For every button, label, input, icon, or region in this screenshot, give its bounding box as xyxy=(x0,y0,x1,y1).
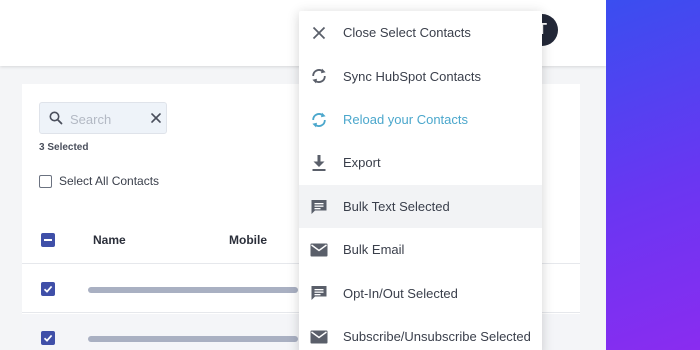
menu-item-label: Reload your Contacts xyxy=(343,111,469,127)
menu-item-opt-in-out[interactable]: Opt-In/Out Selected xyxy=(299,271,542,314)
search-box xyxy=(39,102,167,134)
menu-item-label: Export xyxy=(343,155,381,171)
sync-icon xyxy=(309,66,329,86)
menu-item-label: Subscribe/Unsubscribe Selected xyxy=(343,328,531,344)
check-icon xyxy=(43,334,53,342)
mail-icon xyxy=(309,327,329,347)
menu-item-close-select[interactable]: Close Select Contacts xyxy=(299,11,542,54)
menu-item-bulk-text[interactable]: Bulk Text Selected xyxy=(299,184,542,228)
mail-icon xyxy=(309,240,329,260)
search-icon xyxy=(49,111,63,125)
select-all-contacts[interactable]: Select All Contacts xyxy=(39,174,159,188)
menu-item-label: Opt-In/Out Selected xyxy=(343,285,458,301)
header-checkbox[interactable] xyxy=(41,233,55,247)
message-icon xyxy=(309,283,329,303)
select-all-checkbox[interactable] xyxy=(39,174,52,188)
menu-item-label: Bulk Email xyxy=(343,242,405,258)
menu-item-sync-hubspot[interactable]: Sync HubSpot Contacts xyxy=(299,54,542,97)
check-icon xyxy=(43,285,53,293)
search-input[interactable] xyxy=(70,109,140,129)
name-placeholder xyxy=(88,336,298,342)
row-checkbox[interactable] xyxy=(41,282,55,296)
selected-count: 3 Selected xyxy=(39,142,89,153)
reload-icon xyxy=(309,110,329,130)
menu-item-export[interactable]: Export xyxy=(299,141,542,184)
name-placeholder xyxy=(88,287,298,293)
download-icon xyxy=(309,153,329,173)
menu-item-label: Close Select Contacts xyxy=(343,25,471,41)
menu-item-label: Bulk Text Selected xyxy=(343,198,450,214)
menu-item-bulk-email[interactable]: Bulk Email xyxy=(299,228,542,271)
clear-search-icon[interactable] xyxy=(150,112,162,124)
column-header-name[interactable]: Name xyxy=(93,233,126,247)
column-header-mobile[interactable]: Mobile xyxy=(229,233,267,247)
menu-item-label: Sync HubSpot Contacts xyxy=(343,68,482,84)
menu-item-reload-contacts[interactable]: Reload your Contacts xyxy=(299,98,542,141)
message-icon xyxy=(309,197,329,217)
close-icon xyxy=(309,23,329,43)
menu-item-subscribe-unsubscribe[interactable]: Subscribe/Unsubscribe Selected xyxy=(299,315,542,350)
gradient-panel xyxy=(606,0,700,350)
actions-menu: Close Select Contacts Sync HubSpot Conta… xyxy=(299,11,542,350)
row-checkbox[interactable] xyxy=(41,331,55,345)
select-all-label: Select All Contacts xyxy=(59,174,160,188)
